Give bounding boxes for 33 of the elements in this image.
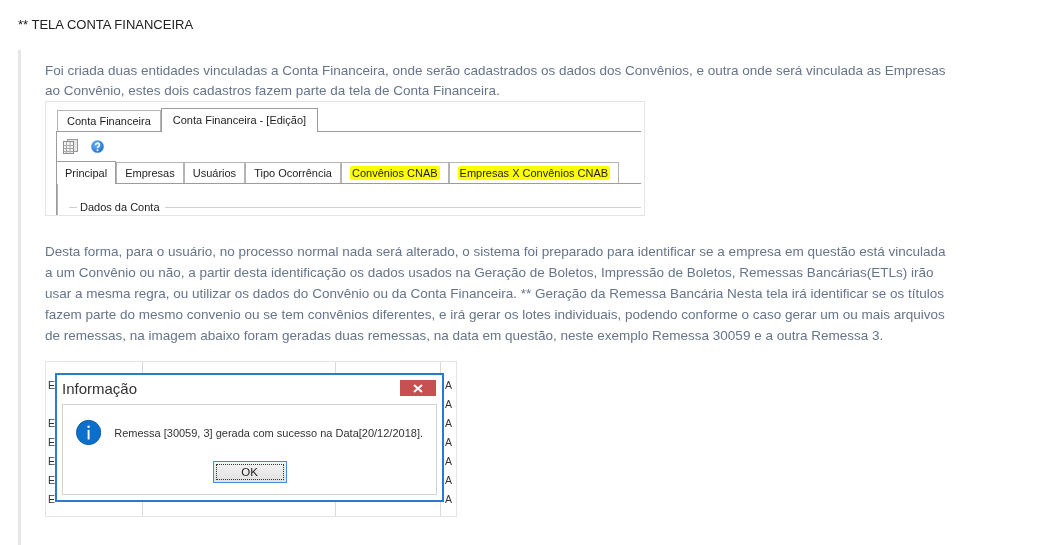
- table-cell: E: [48, 474, 55, 486]
- group-title: Dados da Conta: [80, 201, 160, 213]
- table-cell: E: [48, 417, 55, 429]
- tab[interactable]: Usuários: [183, 162, 246, 183]
- table-cell: A: [445, 493, 452, 505]
- table-cell: A: [445, 417, 452, 429]
- tab[interactable]: Convênios CNAB: [340, 162, 449, 183]
- section-heading: ** TELA CONTA FINANCEIRA: [18, 16, 195, 34]
- window-tab[interactable]: Conta Financeira - [Edição]: [160, 108, 319, 132]
- table-cell: E: [48, 455, 55, 467]
- close-icon[interactable]: [413, 383, 423, 393]
- tab[interactable]: Tipo Ocorrência: [245, 162, 341, 183]
- paragraph: Desta forma, para o usuário, no processo normal nada será alterado, o sistema foi preparado para identificar se a empresa em questão está vinculada a um Convênio ou não, a partir desta identificação os dados usados na Geração de Boletos, Impressão de Boletos, Remessas Bancárias(ETLs) irão usar a mesma regra, ou utilizar os dados do Convênio ou da Conta Financeira. ** Geração da Remessa Bancária Nesta tela irá identificar se os títulos fazem parte do mesmo convenio ou se tem convênios diferentes, e irá gerar os lotes individuais, podendo conforme o caso gerar um ou mais arquivos de remessas, na imagem abaixo foram geradas duas remessas, na data em questão, neste exemplo Remessa 30059 e a outra Remessa 3.: [45, 243, 947, 345]
- table-cell: E: [48, 493, 55, 505]
- ok-button[interactable]: OK: [212, 461, 287, 483]
- table-cell: E: [48, 436, 55, 448]
- table-cell: E: [48, 379, 55, 391]
- info-icon: [76, 418, 102, 447]
- dialog-message: Remessa [30059, 3] gerada com sucesso na Data[20/12/2018].: [114, 426, 423, 439]
- tab[interactable]: Empresas: [116, 162, 184, 183]
- help-icon[interactable]: [91, 139, 104, 153]
- dialog-title: Informação: [62, 379, 138, 399]
- table-cell: A: [445, 379, 452, 391]
- paragraph: Foi criada duas entidades vinculadas a Conta Financeira, onde serão cadastrados os dados dos Convênios, e outra onde será vinculada as Empresas ao Convênio, estes dois cadastros fazem parte da tela de Conta Financeira.: [45, 62, 947, 100]
- table-cell: A: [445, 455, 452, 467]
- close-button[interactable]: [400, 380, 436, 396]
- table-cell: A: [445, 474, 452, 486]
- table-icon[interactable]: [63, 138, 78, 154]
- table-cell: A: [445, 436, 452, 448]
- tab[interactable]: Principal: [56, 161, 117, 184]
- window-tab[interactable]: Conta Financeira: [57, 110, 161, 131]
- tab[interactable]: Empresas X Convênios CNAB: [448, 162, 620, 183]
- table-cell: A: [445, 398, 452, 410]
